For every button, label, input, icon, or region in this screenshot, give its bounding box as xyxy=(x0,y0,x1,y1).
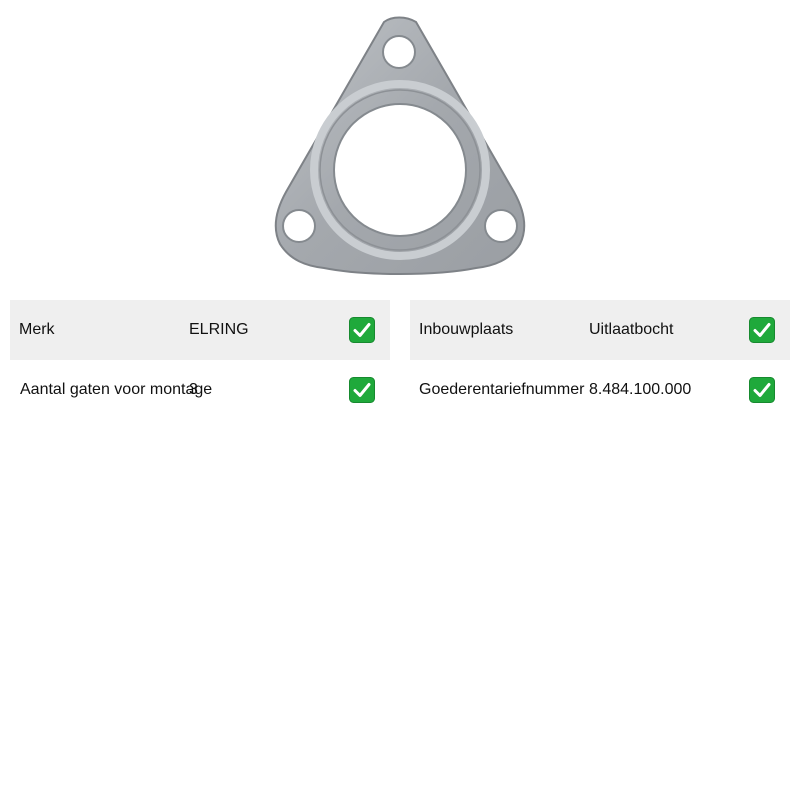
product-spec-page: Merk ELRING Aantal gaten voor montage 3 … xyxy=(0,0,800,800)
spec-value: Uitlaatbocht xyxy=(589,321,674,338)
spec-value: ELRING xyxy=(189,321,249,338)
spec-row-inbouwplaats: Inbouwplaats Uitlaatbocht xyxy=(410,300,790,360)
spec-label: Inbouwplaats xyxy=(419,321,514,338)
check-icon xyxy=(749,317,775,343)
spec-row-aantal-gaten: Aantal gaten voor montage 3 xyxy=(10,360,390,420)
spec-label: Aantal gaten voor montage xyxy=(20,381,213,398)
check-icon xyxy=(349,317,375,343)
spec-label: Goederentariefnummer xyxy=(419,381,585,398)
spec-row-merk: Merk ELRING xyxy=(10,300,390,360)
spec-table-right: Inbouwplaats Uitlaatbocht Goederentarief… xyxy=(410,300,790,420)
spec-row-goederentariefnummer: Goederentariefnummer 8.484.100.000 xyxy=(410,360,790,420)
spec-table-left: Merk ELRING Aantal gaten voor montage 3 xyxy=(10,300,390,420)
check-icon xyxy=(349,377,375,403)
spec-label: Merk xyxy=(19,321,55,338)
spec-value: 8.484.100.000 xyxy=(589,381,692,398)
exhaust-gasket-image xyxy=(258,14,542,284)
spec-value: 3 xyxy=(189,381,198,398)
check-icon xyxy=(749,377,775,403)
